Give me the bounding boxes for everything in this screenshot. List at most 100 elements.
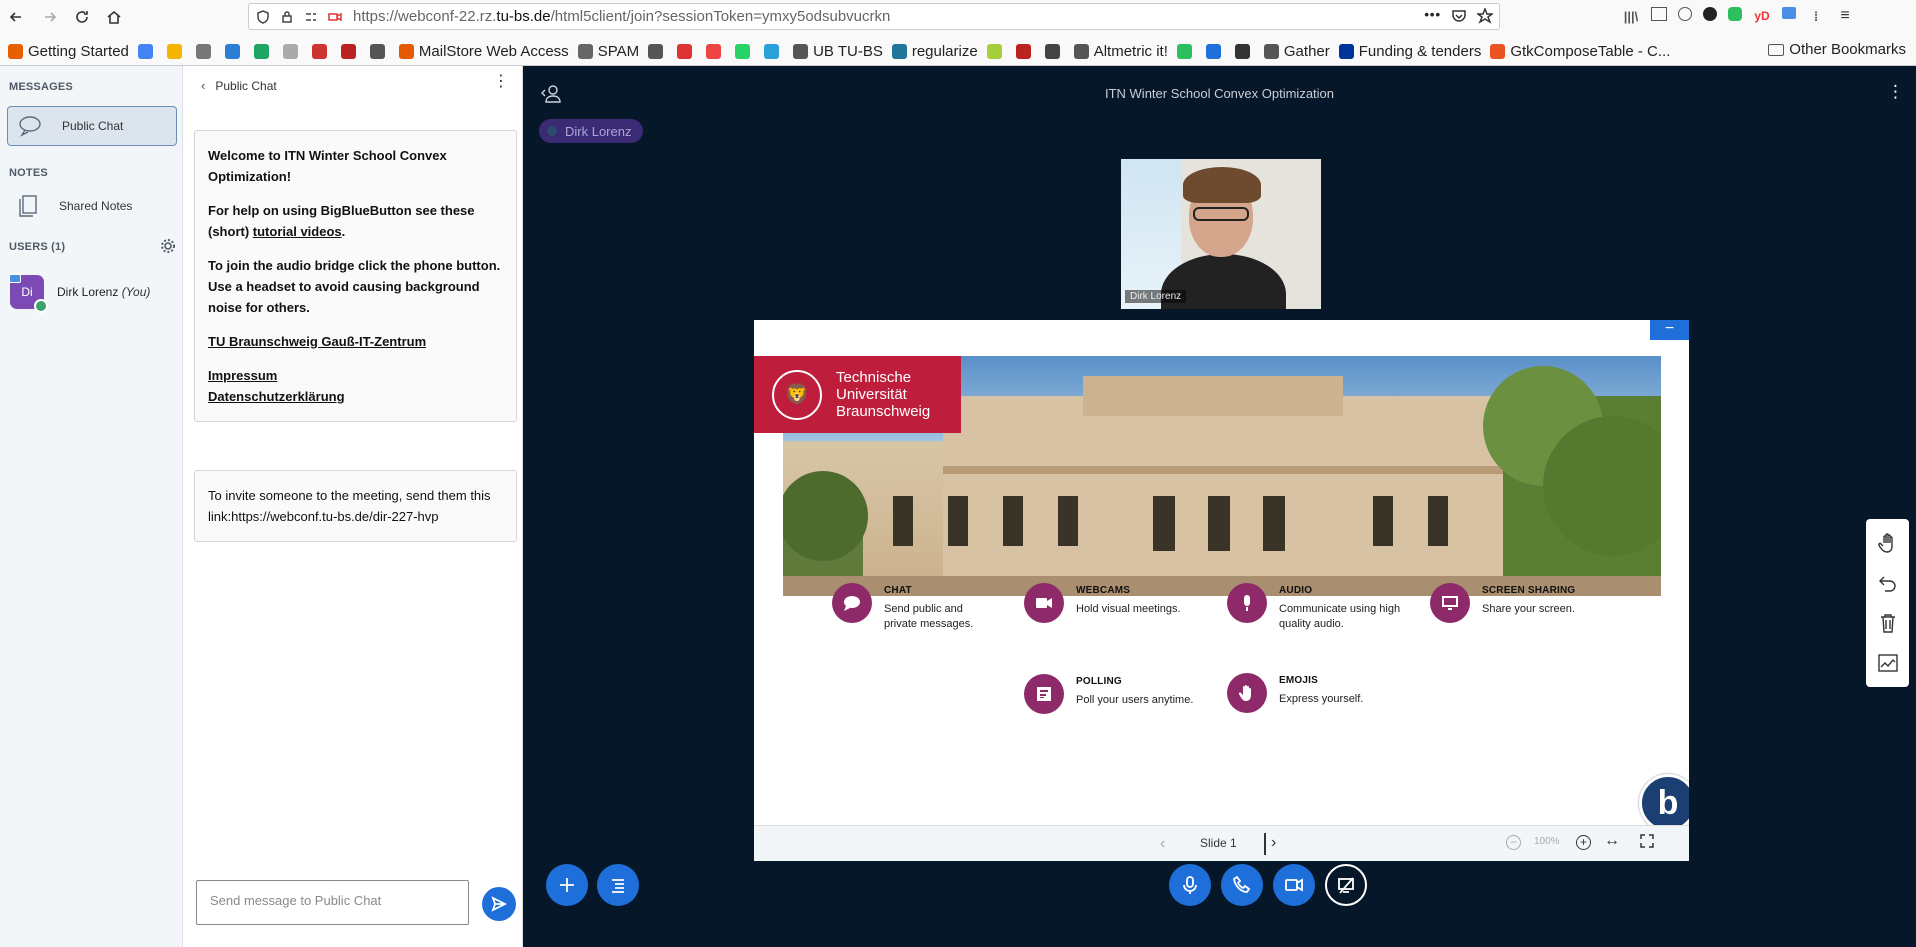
slide-selector[interactable]: Slide 1	[1194, 833, 1266, 855]
bookmark-item[interactable]	[1234, 43, 1255, 59]
bookmark-item[interactable]	[253, 43, 274, 59]
zotero-icon[interactable]	[1782, 7, 1796, 19]
bookmark-item[interactable]	[1205, 43, 1226, 59]
slide: 🦁 Technische Universität Braunschweig CH…	[754, 320, 1689, 825]
screenshare-button[interactable]	[1325, 864, 1367, 906]
permissions-icon[interactable]	[301, 7, 321, 27]
other-bookmarks[interactable]: Other Bookmarks	[1768, 41, 1906, 58]
user-list-item[interactable]: Di Dirk Lorenz (You)	[9, 272, 180, 313]
bookmark-item[interactable]	[677, 43, 697, 59]
feature-title: AUDIO	[1279, 585, 1313, 596]
lock-icon[interactable]	[277, 7, 297, 27]
bookmark-item[interactable]	[764, 43, 784, 59]
bookmark-item[interactable]: Getting Started	[8, 43, 129, 60]
chat-icon	[832, 583, 872, 623]
shield-icon[interactable]	[253, 7, 273, 27]
send-button[interactable]	[482, 887, 516, 921]
fullscreen-icon[interactable]	[1640, 834, 1654, 848]
chevron-left-icon[interactable]: ‹	[1160, 835, 1165, 853]
bookmark-item[interactable]	[311, 43, 332, 59]
reload-button[interactable]	[70, 5, 94, 29]
bookmark-item[interactable]	[735, 43, 755, 59]
bookmark-item[interactable]	[137, 43, 158, 59]
bookmark-item[interactable]: Altmetric it!	[1073, 43, 1168, 60]
page-actions-icon[interactable]: •••	[1424, 8, 1441, 27]
back-button[interactable]	[4, 5, 28, 29]
actions-button[interactable]	[546, 864, 588, 906]
bookmark-item[interactable]	[1044, 43, 1065, 59]
bookmark-item[interactable]: Funding & tenders	[1338, 43, 1481, 60]
tutorial-videos-link[interactable]: tutorial videos	[253, 224, 342, 239]
bookmark-item[interactable]	[195, 43, 216, 59]
shared-notes-item[interactable]: Shared Notes	[7, 186, 177, 226]
phone-button[interactable]	[1221, 864, 1263, 906]
bookmark-item[interactable]	[224, 43, 245, 59]
home-button[interactable]	[102, 5, 126, 29]
chat-input[interactable]: Send message to Public Chat	[196, 880, 469, 925]
mute-button[interactable]	[1169, 864, 1211, 906]
impressum-link[interactable]: Impressum	[208, 368, 277, 383]
bookmark-item[interactable]	[282, 43, 303, 59]
bookmark-item[interactable]	[986, 43, 1007, 59]
bookmark-item[interactable]: Gather	[1263, 43, 1330, 60]
bookmark-item[interactable]	[648, 43, 668, 59]
evernote-icon[interactable]	[1728, 7, 1742, 21]
options-icon[interactable]: ⋮	[1887, 83, 1904, 103]
fit-width-icon[interactable]: ↔	[1604, 832, 1620, 850]
multi-user-tool[interactable]	[1874, 648, 1902, 678]
bookmark-item[interactable]	[369, 43, 390, 59]
welcome-post: !	[286, 169, 292, 184]
notes-header: NOTES	[9, 167, 48, 179]
chevron-left-icon[interactable]: ‹	[201, 78, 205, 93]
feature-desc: Express yourself.	[1279, 693, 1364, 705]
bookmark-favicon-icon	[398, 43, 414, 59]
audio-info: To join the audio bridge click the phone…	[208, 258, 501, 315]
public-chat-item[interactable]: Public Chat	[7, 106, 177, 146]
library-icon[interactable]: |||\	[1622, 7, 1640, 25]
yd-icon[interactable]: yD	[1753, 7, 1771, 25]
chevron-right-icon[interactable]: ›	[1271, 834, 1276, 852]
bookmark-item[interactable]: regularize	[891, 43, 978, 60]
bookmark-star-icon[interactable]	[1475, 6, 1495, 27]
minimize-presentation-button[interactable]: −	[1650, 320, 1689, 340]
bookmark-item[interactable]	[1176, 43, 1197, 59]
bookmark-item[interactable]	[166, 43, 187, 59]
poll-button[interactable]	[597, 864, 639, 906]
bookmark-item[interactable]: UB TU-BS	[793, 43, 883, 60]
bookmark-item[interactable]	[1015, 43, 1036, 59]
bookmark-item[interactable]: SPAM	[577, 43, 639, 60]
undo-tool[interactable]	[1874, 568, 1902, 598]
zoom-out-button[interactable]: −	[1506, 835, 1521, 850]
bookmark-favicon-icon	[1490, 43, 1506, 59]
pan-tool[interactable]	[1874, 528, 1902, 558]
clear-tool[interactable]	[1874, 608, 1902, 638]
talk-dot-icon	[547, 126, 557, 136]
chat-header[interactable]: ‹ Public Chat	[201, 78, 277, 93]
sidebar-icon[interactable]	[1651, 7, 1667, 21]
fullscreen-icon[interactable]	[1301, 165, 1315, 179]
bookmark-item[interactable]	[706, 43, 726, 59]
account-icon[interactable]	[1678, 7, 1692, 21]
gauss-it-link[interactable]: TU Braunschweig Gauß-IT-Zentrum	[208, 334, 426, 349]
bookmark-favicon-icon	[1234, 43, 1250, 59]
pocket-icon[interactable]	[1451, 8, 1467, 27]
zoom-in-button[interactable]: +	[1576, 835, 1591, 850]
bookmark-item[interactable]	[340, 43, 361, 59]
gear-icon[interactable]	[160, 238, 176, 254]
privacy-link[interactable]: Datenschutzerklärung	[208, 389, 345, 404]
webcam-video[interactable]: Dirk Lorenz	[1121, 159, 1321, 309]
presentation: 🦁 Technische Universität Braunschweig CH…	[754, 320, 1689, 861]
chat-options-icon[interactable]: ⋮	[493, 74, 509, 92]
bookmark-item[interactable]: MailStore Web Access	[398, 43, 569, 60]
url-bar[interactable]: https://webconf-22.rz.tu-bs.de/html5clie…	[248, 3, 1500, 30]
bookmark-item[interactable]: GtkComposeTable - C...	[1490, 43, 1670, 60]
forward-button[interactable]	[38, 5, 62, 29]
extensions-icon[interactable]: ⁞	[1807, 7, 1825, 25]
github-icon[interactable]	[1703, 7, 1717, 21]
camera-active-icon[interactable]	[325, 7, 345, 27]
webcam-button[interactable]	[1273, 864, 1315, 906]
menu-icon[interactable]: ≡	[1836, 7, 1854, 25]
talking-indicator[interactable]: Dirk Lorenz	[539, 119, 644, 143]
url-text[interactable]: https://webconf-22.rz.tu-bs.de/html5clie…	[353, 8, 890, 25]
bookmark-label: GtkComposeTable - C...	[1510, 42, 1671, 60]
